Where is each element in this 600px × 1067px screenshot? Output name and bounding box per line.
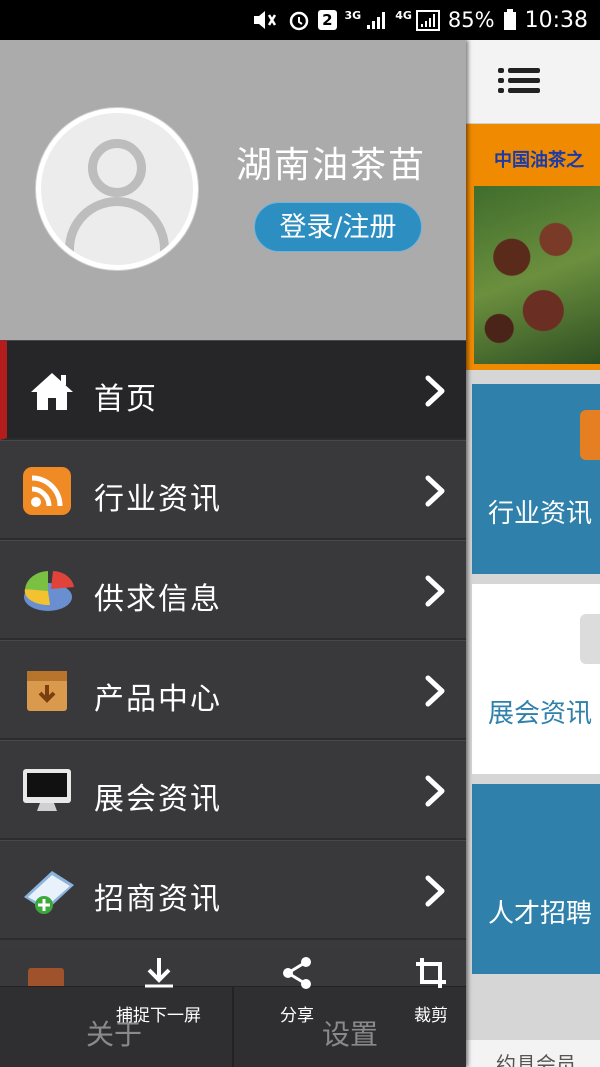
tile-label: 展会资讯	[488, 699, 593, 729]
settings-button[interactable]: 设置	[322, 1013, 378, 1053]
menu-item-supply-demand[interactable]: 供求信息	[0, 540, 466, 640]
network-type-4g: 4G	[395, 8, 412, 22]
menu-item-product-center[interactable]: 产品中心	[0, 640, 466, 740]
battery-percent: 85%	[447, 8, 495, 32]
chevron-right-icon	[424, 775, 446, 807]
crop-button[interactable]: 裁剪	[414, 956, 448, 1026]
chevron-right-icon	[424, 675, 446, 707]
tile-recruitment[interactable]: 人才招聘	[472, 784, 600, 974]
banner-photo	[474, 186, 600, 364]
banner[interactable]: 中国油茶之	[466, 124, 600, 370]
chevron-right-icon	[424, 575, 446, 607]
alarm-icon	[288, 9, 310, 31]
menu-item-home[interactable]: 首页	[0, 340, 466, 440]
menu-item-label: 招商资讯	[94, 882, 222, 917]
crop-icon	[414, 956, 448, 995]
bottom-text: 约具会员	[496, 1052, 576, 1067]
avatar[interactable]	[36, 108, 198, 270]
tile-industry-news[interactable]: 行业资讯	[472, 384, 600, 574]
chevron-right-icon	[424, 375, 446, 407]
box-icon	[22, 667, 72, 715]
home-icon	[27, 367, 77, 415]
profile-header: 湖南油茶苗 登录/注册	[0, 40, 466, 340]
main-topbar	[466, 40, 600, 124]
rss-icon	[22, 467, 72, 515]
battery-icon	[503, 9, 517, 31]
share-icon	[280, 956, 314, 995]
monitor-icon	[22, 767, 72, 815]
capture-next-screen-button[interactable]: 捕捉下一屏	[116, 956, 201, 1026]
capture-next-label: 捕捉下一屏	[116, 1006, 201, 1026]
partial-icon	[28, 968, 64, 986]
sim-badge: 2	[318, 10, 337, 30]
notebook-add-icon	[22, 867, 74, 915]
login-register-button[interactable]: 登录/注册	[254, 202, 422, 252]
menu-item-label: 首页	[94, 382, 158, 417]
main-bottom-strip: 约具会员	[466, 1040, 600, 1067]
menu-item-label: 产品中心	[94, 682, 222, 717]
monitor-icon	[580, 614, 600, 664]
navigation-drawer: 湖南油茶苗 登录/注册 首页 行业资讯 供求信息 产品中心 展会资讯 招商资讯 …	[0, 40, 466, 1067]
chevron-right-icon	[424, 875, 446, 907]
rss-icon	[580, 410, 600, 460]
status-bar: 2 3G 4G 85% 10:38	[0, 0, 600, 40]
network-type-3g: 3G	[344, 8, 362, 22]
tile-label: 行业资讯	[488, 499, 593, 529]
clock: 10:38	[524, 7, 588, 33]
share-label: 分享	[280, 1006, 314, 1026]
menu-item-partial[interactable]	[0, 946, 466, 986]
tile-label: 人才招聘	[488, 899, 593, 929]
expand-down-icon	[116, 956, 201, 995]
menu-item-label: 供求信息	[94, 582, 222, 617]
menu-item-exhibition-news[interactable]: 展会资讯	[0, 740, 466, 840]
chevron-right-icon	[424, 475, 446, 507]
menu-item-investment-news[interactable]: 招商资讯	[0, 840, 466, 940]
brand-name: 湖南油茶苗	[236, 145, 427, 186]
drawer-bottom-bar: 关于 设置	[0, 986, 466, 1067]
share-button[interactable]: 分享	[280, 956, 314, 1026]
pie-chart-icon	[22, 567, 74, 615]
signal-icon	[365, 9, 387, 31]
mute-vibrate-icon	[250, 9, 280, 31]
main-content: 中国油茶之 行业资讯 展会资讯 人才招聘 约具会员	[466, 40, 600, 1067]
divider	[232, 987, 234, 1067]
menu-icon[interactable]	[496, 64, 540, 98]
menu-item-label: 展会资讯	[94, 782, 222, 817]
tile-exhibition-news[interactable]: 展会资讯	[472, 584, 600, 774]
drawer-menu: 首页 行业资讯 供求信息 产品中心 展会资讯 招商资讯	[0, 340, 466, 940]
crop-label: 裁剪	[414, 1006, 448, 1026]
banner-title: 中国油茶之	[494, 150, 584, 171]
menu-item-industry-news[interactable]: 行业资讯	[0, 440, 466, 540]
signal-icon-2	[415, 9, 440, 31]
menu-item-label: 行业资讯	[94, 482, 222, 517]
